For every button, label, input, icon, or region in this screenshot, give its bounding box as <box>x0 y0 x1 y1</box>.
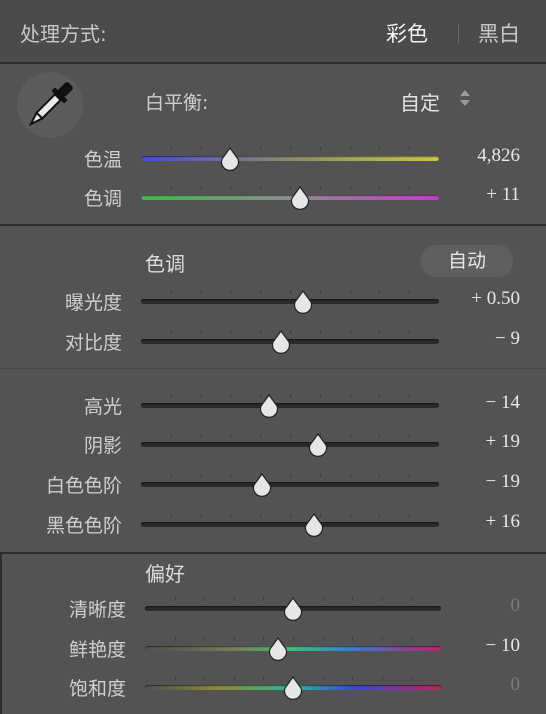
tone-section-title: 色调 <box>145 252 185 276</box>
saturation-slider[interactable] <box>145 675 441 700</box>
saturation-value[interactable]: 0 <box>450 674 521 696</box>
shadows-slider[interactable] <box>141 432 439 457</box>
slider-ticks <box>141 290 439 294</box>
vibrance-label: 鲜艳度 <box>68 639 126 661</box>
highlights-value[interactable]: − 14 <box>450 392 520 414</box>
tint-slider[interactable] <box>141 185 439 210</box>
temperature-value[interactable]: 4,826 <box>450 145 520 167</box>
eyedropper-icon[interactable] <box>17 72 83 138</box>
slider-track <box>141 156 439 161</box>
vibrance-slider[interactable] <box>145 636 441 661</box>
slider-ticks <box>145 637 441 641</box>
exposure-slider[interactable] <box>141 289 439 314</box>
slider-thumb[interactable] <box>307 432 329 457</box>
blacks-value[interactable]: + 16 <box>450 511 520 533</box>
slider-ticks <box>141 394 439 398</box>
white-balance-select[interactable]: 自定 <box>400 87 440 116</box>
treatment-label: 处理方式: <box>20 22 107 46</box>
slider-thumb[interactable] <box>270 329 292 354</box>
auto-tone-button[interactable]: 自动 <box>420 244 514 278</box>
slider-ticks <box>141 473 439 477</box>
saturation-label: 饱和度 <box>68 678 126 700</box>
slider-thumb[interactable] <box>289 185 311 210</box>
shadows-label: 阴影 <box>83 435 122 457</box>
slider-thumb[interactable] <box>282 675 304 700</box>
slider-track <box>141 442 439 447</box>
clarity-slider[interactable] <box>145 596 441 621</box>
shadows-value[interactable]: + 19 <box>450 431 520 453</box>
slider-thumb[interactable] <box>292 289 314 314</box>
whites-value[interactable]: − 19 <box>450 471 520 493</box>
tint-label: 色调 <box>83 188 122 210</box>
slider-ticks <box>141 147 439 151</box>
slider-track <box>141 403 439 408</box>
slider-thumb[interactable] <box>251 472 273 497</box>
tint-value[interactable]: + 11 <box>450 184 520 206</box>
vibrance-value[interactable]: − 10 <box>450 635 520 657</box>
blacks-slider[interactable] <box>141 512 439 537</box>
blacks-label: 黑色色阶 <box>45 515 122 537</box>
highlights-slider[interactable] <box>141 393 439 418</box>
slider-track <box>141 482 439 487</box>
panel-edge <box>0 554 2 714</box>
slider-track <box>141 522 439 527</box>
slider-track <box>145 646 441 651</box>
exposure-label: 曝光度 <box>64 292 122 314</box>
white-balance-label: 白平衡: <box>145 92 209 114</box>
updown-arrows-icon[interactable] <box>458 89 472 107</box>
slider-thumb[interactable] <box>219 146 241 171</box>
black-white-option[interactable]: 黑白 <box>478 18 520 48</box>
whites-label: 白色色阶 <box>45 475 122 497</box>
section-divider <box>0 224 546 226</box>
presence-section-title: 偏好 <box>145 562 185 586</box>
slider-thumb[interactable] <box>303 512 325 537</box>
clarity-value[interactable]: 0 <box>450 595 521 617</box>
section-divider <box>0 552 546 554</box>
color-option[interactable]: 彩色 <box>386 18 428 48</box>
basic-panel: 处理方式: 彩色 黑白 白平衡: 自定 色温 4,826 色调 + 11 色调 自动 … <box>0 0 546 714</box>
option-divider <box>458 24 459 44</box>
slider-track <box>141 299 439 304</box>
contrast-value[interactable]: − 9 <box>450 328 520 350</box>
temperature-slider[interactable] <box>141 146 439 171</box>
contrast-slider[interactable] <box>141 329 439 354</box>
slider-ticks <box>141 513 439 517</box>
group-divider <box>0 368 546 369</box>
clarity-label: 清晰度 <box>68 599 126 621</box>
treatment-header: 处理方式: 彩色 黑白 <box>0 0 546 64</box>
slider-thumb[interactable] <box>258 393 280 418</box>
slider-thumb[interactable] <box>282 596 304 621</box>
highlights-label: 高光 <box>83 396 122 418</box>
slider-thumb[interactable] <box>267 636 289 661</box>
contrast-label: 对比度 <box>64 332 122 354</box>
whites-slider[interactable] <box>141 472 439 497</box>
slider-ticks <box>141 433 439 437</box>
exposure-value[interactable]: + 0.50 <box>450 288 520 310</box>
temperature-label: 色温 <box>83 149 122 171</box>
